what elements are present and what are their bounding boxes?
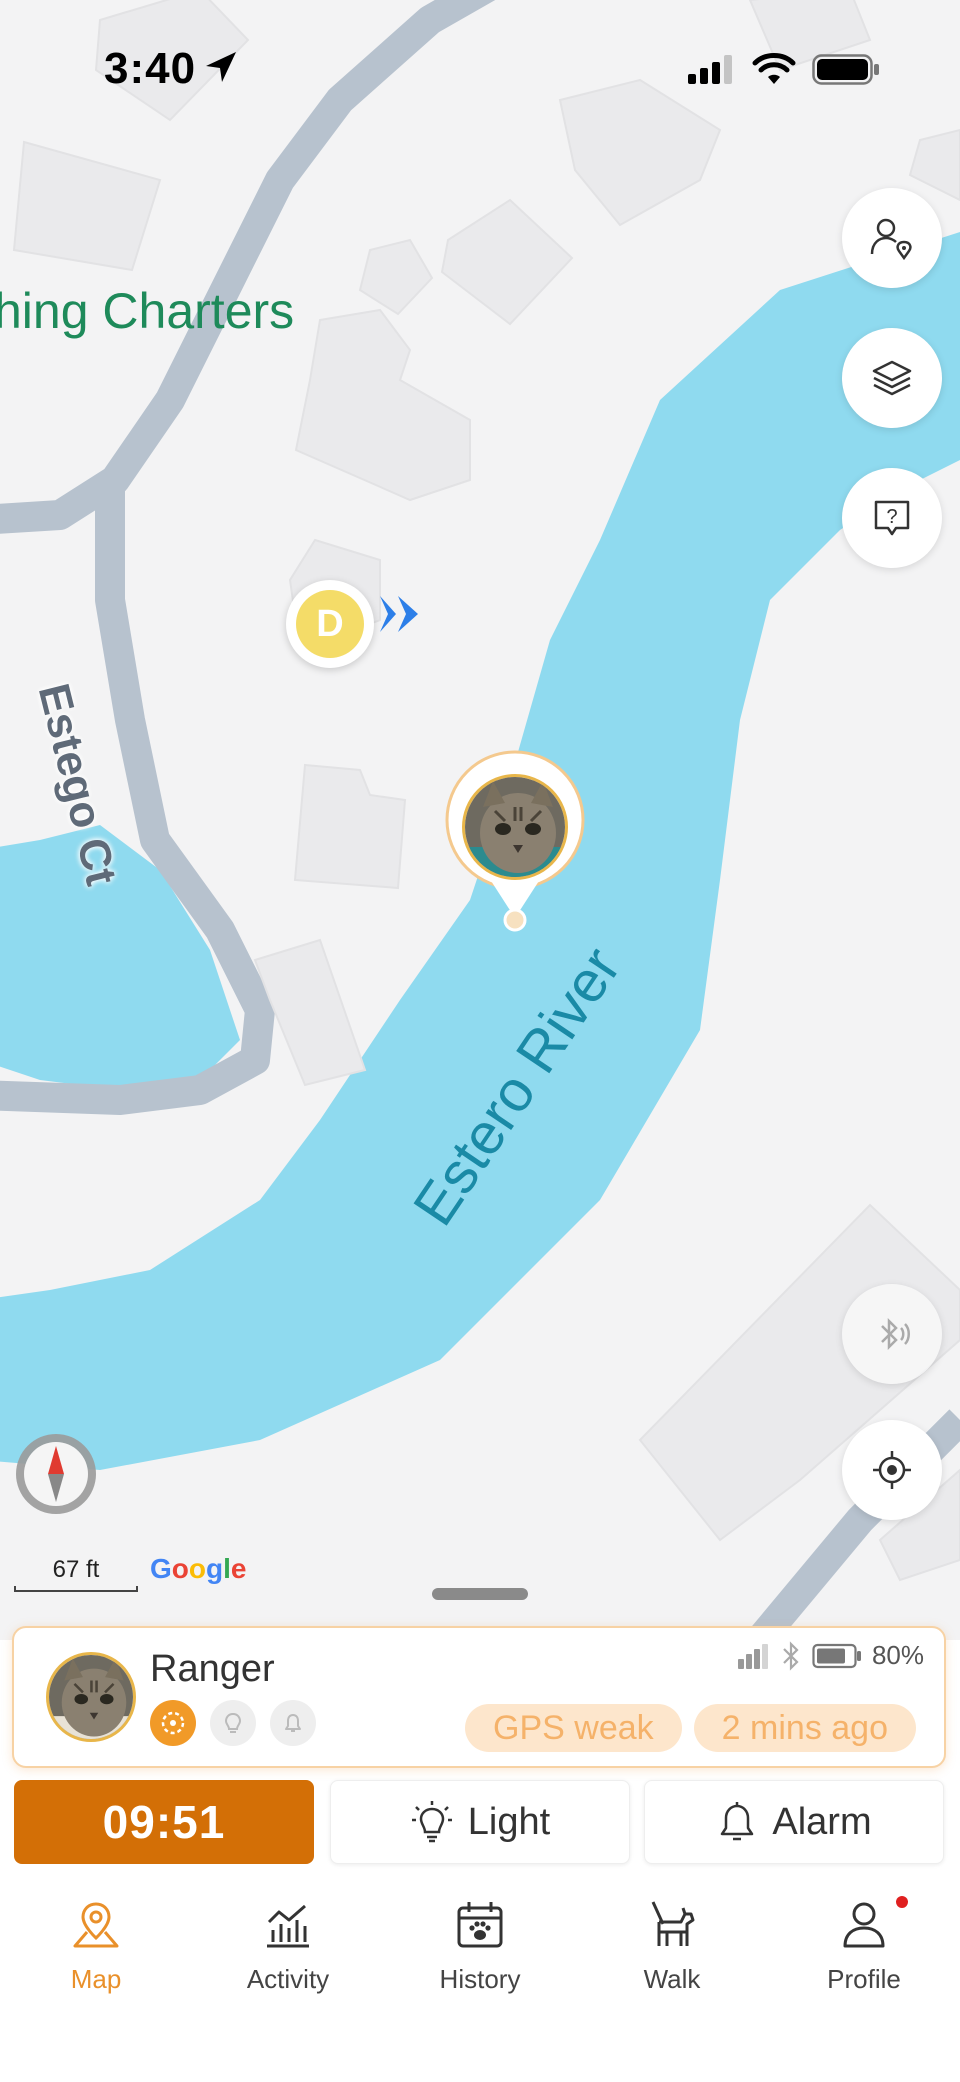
map-scale: 67 ft — [14, 1556, 138, 1592]
map-pin-icon — [73, 1902, 119, 1948]
bulb-icon — [224, 1712, 242, 1733]
tab-walk[interactable]: Walk — [576, 1880, 768, 2010]
last-update-badge: 2 mins ago — [693, 1704, 916, 1752]
notification-dot — [896, 1896, 908, 1908]
wifi-icon — [752, 53, 796, 84]
attr-letter: o — [188, 1553, 206, 1584]
cellular-signal-icon — [688, 55, 732, 84]
pet-mode-chips — [150, 1700, 316, 1746]
light-button[interactable]: Light — [330, 1780, 630, 1864]
place-label: hing Charters — [0, 283, 295, 339]
person-icon — [843, 1902, 885, 1948]
attr-letter: g — [206, 1553, 224, 1584]
dog-walk-icon — [651, 1901, 695, 1946]
attr-letter: e — [230, 1553, 247, 1584]
light-status-chip — [210, 1700, 256, 1746]
gps-status-badge: GPS weak — [465, 1704, 682, 1752]
people-location-icon — [870, 218, 912, 261]
location-arrow-icon — [206, 52, 236, 82]
scale-label: 67 ft — [52, 1556, 100, 1583]
tab-label: Map — [70, 1964, 122, 1994]
tab-label: Profile — [827, 1964, 901, 1994]
bell-icon — [285, 1714, 301, 1732]
map-layers-button[interactable] — [842, 328, 942, 428]
tab-bar: Map Activity History Walk Profile — [0, 1880, 960, 2010]
google-attribution: Google — [150, 1553, 246, 1585]
status-time: 3:40 — [104, 44, 197, 93]
share-location-button[interactable] — [842, 188, 942, 288]
bluetooth-sound-icon — [881, 1317, 910, 1351]
bluetooth-sound-button[interactable] — [842, 1284, 942, 1384]
tab-profile[interactable]: Profile — [768, 1880, 960, 2010]
tab-map[interactable]: Map — [0, 1880, 192, 2010]
tab-label: Activity — [246, 1964, 330, 1994]
device-status-row: 80% — [736, 1640, 924, 1671]
layers-icon — [872, 360, 912, 396]
help-chat-icon: ? — [874, 500, 910, 536]
tracking-mode-chip — [150, 1700, 196, 1746]
tab-activity[interactable]: Activity — [192, 1880, 384, 2010]
locate-me-button[interactable] — [842, 1420, 942, 1520]
status-badges: GPS weak 2 mins ago — [465, 1704, 916, 1752]
map-view[interactable]: hing Charters Estego Ct Estero River D ?… — [0, 0, 960, 1640]
scale-bar — [14, 1586, 138, 1592]
compass-icon[interactable] — [14, 1432, 98, 1516]
tab-label: History — [439, 1964, 521, 1994]
alarm-status-chip — [270, 1700, 316, 1746]
tracking-timer-button[interactable]: 09:51 — [14, 1780, 314, 1864]
help-button[interactable]: ? — [842, 468, 942, 568]
alarm-button[interactable]: Alarm — [644, 1780, 944, 1864]
pet-status-card[interactable]: Ranger 80% GPS weak 2 mins ago — [12, 1626, 946, 1768]
pet-photo — [462, 774, 568, 880]
crosshair-icon — [873, 1451, 911, 1489]
attr-letter: l — [223, 1553, 231, 1584]
calendar-paw-icon — [457, 1902, 503, 1948]
status-bar: 3:40 — [0, 0, 960, 140]
card-battery-icon — [812, 1643, 861, 1668]
attr-letter: o — [171, 1553, 189, 1584]
attr-letter: G — [150, 1553, 172, 1584]
tab-label: Walk — [643, 1964, 701, 1994]
alarm-label: Alarm — [772, 1800, 872, 1843]
battery-icon — [812, 54, 879, 85]
battery-percent: 80% — [871, 1640, 924, 1670]
cat-face-icon — [49, 1655, 133, 1739]
signal-icon — [737, 1643, 768, 1669]
direction-arrows-icon — [380, 596, 418, 632]
light-label: Light — [467, 1800, 551, 1843]
svg-text:?: ? — [886, 506, 897, 528]
bluetooth-icon — [783, 1640, 799, 1671]
alarm-bell-icon — [721, 1802, 754, 1841]
activity-chart-icon — [267, 1904, 309, 1948]
device-marker-letter: D — [296, 590, 364, 658]
pet-avatar — [46, 1652, 136, 1742]
device-marker[interactable]: D — [286, 580, 374, 668]
sheet-drag-handle[interactable] — [432, 1588, 528, 1600]
pet-name: Ranger — [150, 1648, 275, 1690]
tracking-icon — [161, 1711, 185, 1735]
tab-history[interactable]: History — [384, 1880, 576, 2010]
lightbulb-icon — [411, 1801, 452, 1843]
